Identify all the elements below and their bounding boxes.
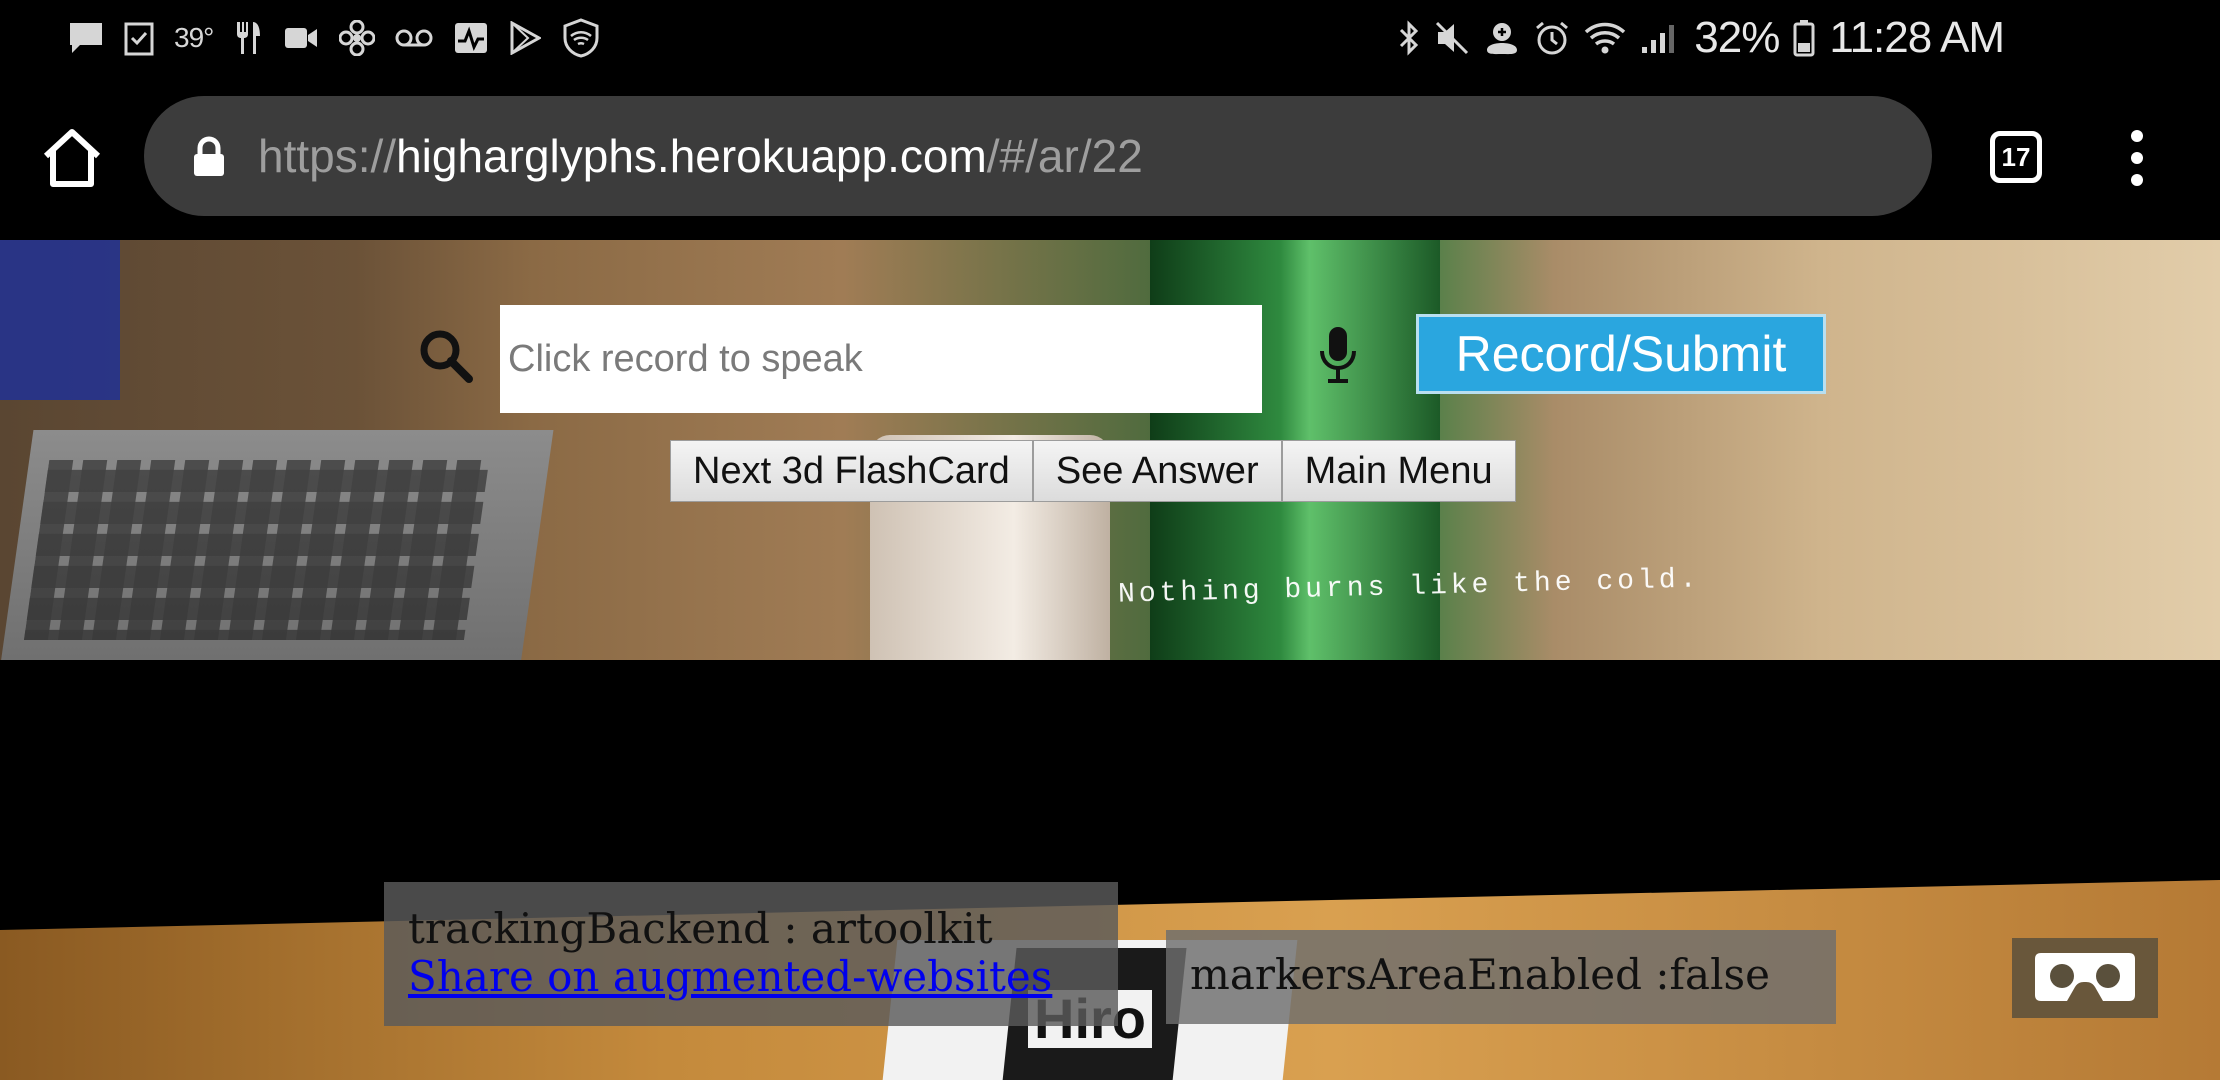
mute-icon	[1434, 18, 1470, 58]
microphone-icon[interactable]	[1318, 325, 1358, 385]
see-answer-button[interactable]: See Answer	[1032, 440, 1282, 502]
url-path: /#/ar/22	[986, 130, 1143, 182]
task-icon	[124, 18, 154, 58]
message-icon	[68, 18, 104, 58]
url-scheme: https://	[258, 130, 397, 182]
fan-icon	[339, 18, 376, 58]
next-flashcard-button[interactable]: Next 3d FlashCard	[670, 440, 1033, 502]
voicemail-icon	[395, 18, 433, 58]
wifi-icon	[1584, 18, 1626, 58]
alarm-icon	[1534, 18, 1570, 58]
tab-switcher-button[interactable]: 17	[1990, 131, 2042, 183]
laptop-image	[0, 430, 554, 668]
tracking-backend-text: trackingBackend : artoolkit	[408, 904, 993, 953]
status-left-icons: 39°	[68, 14, 601, 62]
vr-headset-icon[interactable]	[2012, 938, 2158, 1018]
battery-percent: 32%	[1694, 13, 1780, 62]
status-bar: 39° 32% 11:28 AM	[0, 0, 2220, 76]
bluetooth-icon	[1398, 18, 1420, 58]
restaurant-icon	[233, 18, 263, 58]
share-augmented-websites-link[interactable]: Share on augmented-websites	[408, 952, 1052, 1001]
laptop-screen	[0, 240, 120, 400]
signal-icon	[1640, 18, 1680, 58]
battery-icon	[1793, 18, 1815, 58]
video-call-icon	[283, 18, 319, 58]
clock: 11:28 AM	[1829, 13, 2005, 62]
record-submit-button[interactable]: Record/Submit	[1416, 314, 1826, 394]
temperature-text: 39°	[174, 22, 214, 53]
overflow-menu-icon[interactable]	[2120, 130, 2154, 186]
wifi-shield-icon	[561, 18, 601, 58]
main-menu-button[interactable]: Main Menu	[1281, 440, 1516, 502]
speech-input[interactable]	[500, 305, 1262, 413]
lock-icon	[192, 136, 226, 178]
browser-toolbar: https://higharglyphs.herokuapp.com/#/ar/…	[0, 76, 2220, 240]
ar-black-plane	[0, 660, 2220, 920]
address-bar[interactable]: https://higharglyphs.herokuapp.com/#/ar/…	[144, 96, 1932, 216]
url-host: higharglyphs.herokuapp.com	[396, 130, 987, 182]
play-store-icon	[509, 18, 542, 58]
home-icon[interactable]	[40, 126, 104, 190]
search-icon[interactable]	[418, 328, 474, 384]
markers-area-text: markersAreaEnabled :false	[1190, 950, 1770, 999]
url-text[interactable]: https://higharglyphs.herokuapp.com/#/ar/…	[258, 96, 1143, 216]
status-right-icons: 32% 11:28 AM	[1398, 13, 2005, 62]
flashcard-button-row: Next 3d FlashCard See Answer Main Menu	[670, 440, 1516, 502]
health-icon	[453, 18, 489, 58]
location-icon	[1484, 18, 1520, 58]
